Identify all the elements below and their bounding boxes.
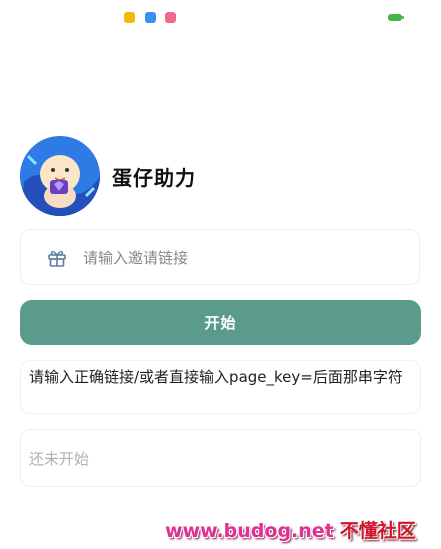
app-notification-icon [145,12,156,23]
avatar [20,136,100,216]
app-notification-icon [165,12,176,23]
app-title: 蛋仔助力 [112,166,196,190]
battery-tip [402,16,404,19]
gift-icon [48,250,66,267]
app-notification-icon [124,12,135,23]
invite-link-input[interactable] [81,242,405,274]
status-bar [0,0,441,32]
watermark-url: www.budog.net [165,520,334,542]
battery-icon [388,14,402,21]
app-header: 蛋仔助力 [20,136,420,216]
hint-text: 请输入正确链接/或者直接输入page_key=后面那串字符 [20,360,421,414]
start-button[interactable]: 开始 [20,300,421,345]
status-output: 还未开始 [20,429,421,487]
eggy-character-avatar-icon [20,136,100,216]
watermark: www.budog.net 不懂社区 [165,516,435,544]
watermark-site-name: 不懂社区 [339,520,416,542]
invite-link-card [20,229,420,285]
